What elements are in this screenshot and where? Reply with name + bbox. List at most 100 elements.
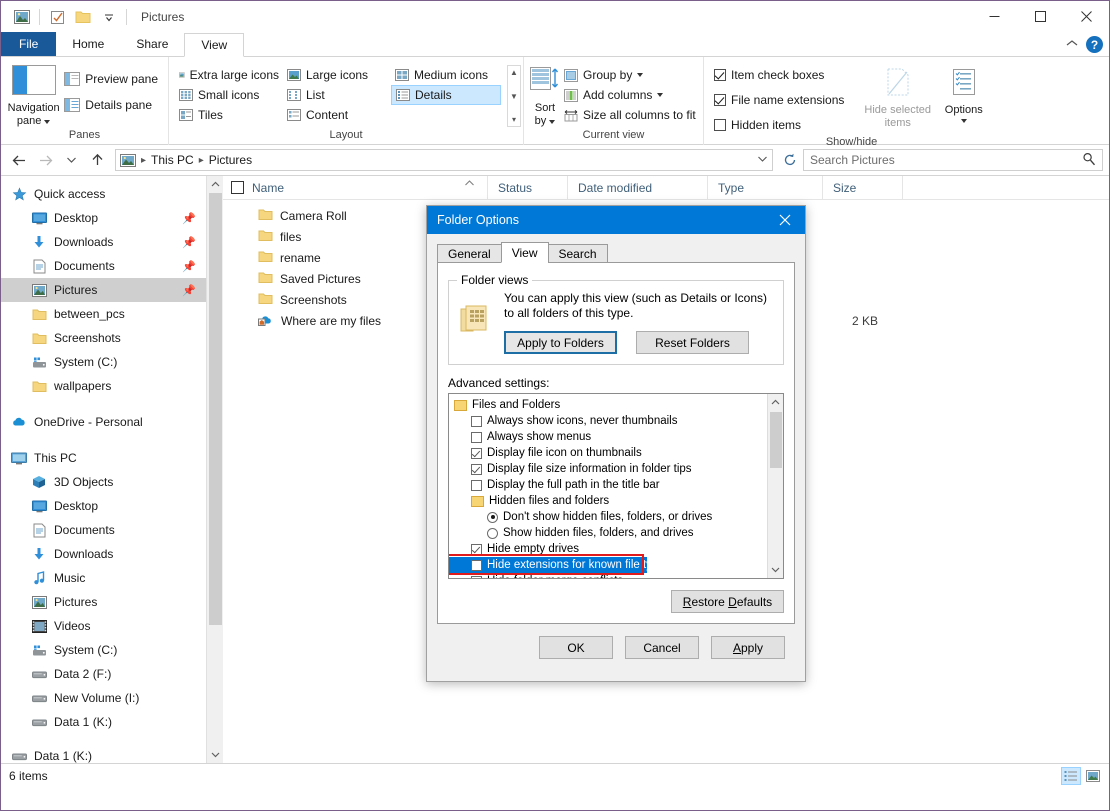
search-icon[interactable] xyxy=(1082,152,1096,169)
tab-file[interactable]: File xyxy=(1,32,56,56)
checkbox-icon[interactable] xyxy=(44,5,70,29)
column-header-name[interactable]: Name xyxy=(223,176,488,200)
sidebar-item-music[interactable]: Music xyxy=(1,566,206,590)
hide-empty-drives-checkbox[interactable] xyxy=(471,544,482,555)
sidebar-item-pictures-2[interactable]: Pictures xyxy=(1,590,206,614)
dialog-tab-search[interactable]: Search xyxy=(548,244,608,263)
file-name-extensions-checkbox[interactable] xyxy=(714,94,726,106)
sidebar-item-system-c-2[interactable]: System (C:) xyxy=(1,638,206,662)
preview-pane-button[interactable]: Preview pane xyxy=(60,69,162,89)
pin-icon-2[interactable]: 📌 xyxy=(182,236,196,249)
layout-small-icons[interactable]: Small icons xyxy=(175,85,283,105)
item-check-boxes-checkbox[interactable] xyxy=(714,69,726,81)
sidebar-item-3d-objects[interactable]: 3D Objects xyxy=(1,470,206,494)
maximize-button[interactable] xyxy=(1017,1,1063,31)
display-file-icon-checkbox[interactable] xyxy=(471,448,482,459)
reset-folders-button[interactable]: Reset Folders xyxy=(636,331,749,354)
add-columns-button[interactable]: Add columns xyxy=(560,85,700,105)
advanced-item-display-full-path[interactable]: Display the full path in the title bar xyxy=(449,477,767,493)
minimize-button[interactable] xyxy=(971,1,1017,31)
sidebar-item-this-pc[interactable]: This PC xyxy=(1,446,206,470)
advanced-scroll-down-icon[interactable] xyxy=(768,561,784,578)
layout-tiles[interactable]: Tiles xyxy=(175,105,283,125)
sidebar-item-pictures[interactable]: Pictures 📌 xyxy=(1,278,206,302)
display-full-path-checkbox[interactable] xyxy=(471,480,482,491)
group-by-button[interactable]: Group by xyxy=(560,65,700,85)
tab-home[interactable]: Home xyxy=(56,32,120,56)
layout-large-icons[interactable]: Large icons xyxy=(283,65,391,85)
layout-content[interactable]: Content xyxy=(283,105,391,125)
column-header-date-modified[interactable]: Date modified xyxy=(568,176,708,200)
breadcrumb-dropdown-icon[interactable] xyxy=(757,155,768,166)
display-file-size-checkbox[interactable] xyxy=(471,464,482,475)
advanced-item-always-show-menus[interactable]: Always show menus xyxy=(449,429,767,445)
recent-locations-button[interactable] xyxy=(59,148,83,172)
help-icon[interactable]: ? xyxy=(1086,36,1103,53)
advanced-item-show-hidden[interactable]: Show hidden files, folders, and drives xyxy=(449,525,767,541)
scroll-down-icon[interactable] xyxy=(207,746,224,763)
layout-medium-icons[interactable]: Medium icons xyxy=(391,65,503,85)
dialog-tab-general[interactable]: General xyxy=(437,244,502,263)
advanced-item-display-file-icon[interactable]: Display file icon on thumbnails xyxy=(449,445,767,461)
details-view-icon[interactable] xyxy=(1061,767,1081,785)
sidebar-item-data-1-k[interactable]: Data 1 (K:) xyxy=(1,710,206,734)
ok-button[interactable]: OK xyxy=(539,636,613,659)
scrollbar-thumb[interactable] xyxy=(209,193,222,625)
navigation-pane-scrollbar[interactable] xyxy=(206,176,223,763)
column-header-status[interactable]: Status xyxy=(488,176,568,200)
restore-defaults-button[interactable]: Restore Defaults xyxy=(671,590,784,613)
dont-show-hidden-radio[interactable] xyxy=(487,512,498,523)
advanced-item-always-show-icons[interactable]: Always show icons, never thumbnails xyxy=(449,413,767,429)
layout-gallery-scrollbar[interactable]: ▲ ▼ ▾ xyxy=(507,65,521,127)
breadcrumb-item-pictures[interactable]: Pictures xyxy=(209,153,252,167)
hide-folder-merge-checkbox[interactable] xyxy=(471,576,482,580)
sidebar-item-system-c[interactable]: System (C:) xyxy=(1,350,206,374)
sidebar-item-onedrive[interactable]: OneDrive - Personal xyxy=(1,410,206,434)
select-all-checkbox[interactable] xyxy=(231,181,244,194)
layout-list[interactable]: List xyxy=(283,85,391,105)
advanced-list-scrollbar[interactable] xyxy=(767,394,783,578)
item-check-boxes-toggle[interactable]: Item check boxes xyxy=(710,65,861,85)
close-button[interactable] xyxy=(1063,1,1109,31)
sidebar-item-desktop[interactable]: Desktop 📌 xyxy=(1,206,206,230)
search-input[interactable]: Search Pictures xyxy=(803,149,1103,171)
advanced-scroll-up-icon[interactable] xyxy=(768,394,784,411)
dialog-close-button[interactable] xyxy=(765,206,805,234)
column-header-type[interactable]: Type xyxy=(708,176,823,200)
sidebar-item-videos[interactable]: Videos xyxy=(1,614,206,638)
sidebar-item-desktop-2[interactable]: Desktop xyxy=(1,494,206,518)
advanced-item-dont-show-hidden[interactable]: Don't show hidden files, folders, or dri… xyxy=(449,509,767,525)
scroll-up-icon[interactable] xyxy=(207,176,224,193)
advanced-scrollbar-thumb[interactable] xyxy=(770,412,782,468)
refresh-button[interactable] xyxy=(779,149,801,171)
pictures-icon[interactable] xyxy=(9,5,35,29)
sidebar-item-downloads[interactable]: Downloads 📌 xyxy=(1,230,206,254)
advanced-item-hide-extensions[interactable]: Hide extensions for known file types xyxy=(449,557,647,573)
hide-selected-items-button[interactable]: Hide selected items xyxy=(861,65,935,130)
sidebar-item-downloads-2[interactable]: Downloads xyxy=(1,542,206,566)
sidebar-item-documents[interactable]: Documents 📌 xyxy=(1,254,206,278)
pin-icon-3[interactable]: 📌 xyxy=(182,260,196,273)
sidebar-item-data-2-f[interactable]: Data 2 (F:) xyxy=(1,662,206,686)
new-folder-icon[interactable] xyxy=(70,5,96,29)
sidebar-item-new-volume-i[interactable]: New Volume (I:) xyxy=(1,686,206,710)
advanced-item-display-file-size[interactable]: Display file size information in folder … xyxy=(449,461,767,477)
gallery-scroll-up-icon[interactable]: ▲ xyxy=(510,68,518,77)
collapse-ribbon-icon[interactable] xyxy=(1066,39,1078,51)
back-button[interactable] xyxy=(7,148,31,172)
always-show-menus-checkbox[interactable] xyxy=(471,432,482,443)
navigation-pane-button[interactable]: Navigation pane xyxy=(7,63,60,128)
apply-button[interactable]: Apply xyxy=(711,636,785,659)
details-pane-button[interactable]: Details pane xyxy=(60,95,162,115)
sidebar-item-documents-2[interactable]: Documents xyxy=(1,518,206,542)
large-icons-view-icon[interactable] xyxy=(1083,767,1103,785)
size-all-columns-button[interactable]: Size all columns to fit xyxy=(560,105,700,125)
advanced-item-hidden-files-folder[interactable]: Hidden files and folders xyxy=(449,493,767,509)
cancel-button[interactable]: Cancel xyxy=(625,636,699,659)
breadcrumb[interactable]: ▸ This PC ▸ Pictures xyxy=(115,149,773,171)
advanced-item-hide-folder-merge[interactable]: Hide folder merge conflicts xyxy=(449,573,767,579)
sidebar-item-data-1-k-root[interactable]: Data 1 (K:) xyxy=(1,744,206,763)
layout-details[interactable]: Details xyxy=(391,85,501,105)
tab-view[interactable]: View xyxy=(184,33,244,57)
sidebar-item-between-pcs[interactable]: between_pcs xyxy=(1,302,206,326)
